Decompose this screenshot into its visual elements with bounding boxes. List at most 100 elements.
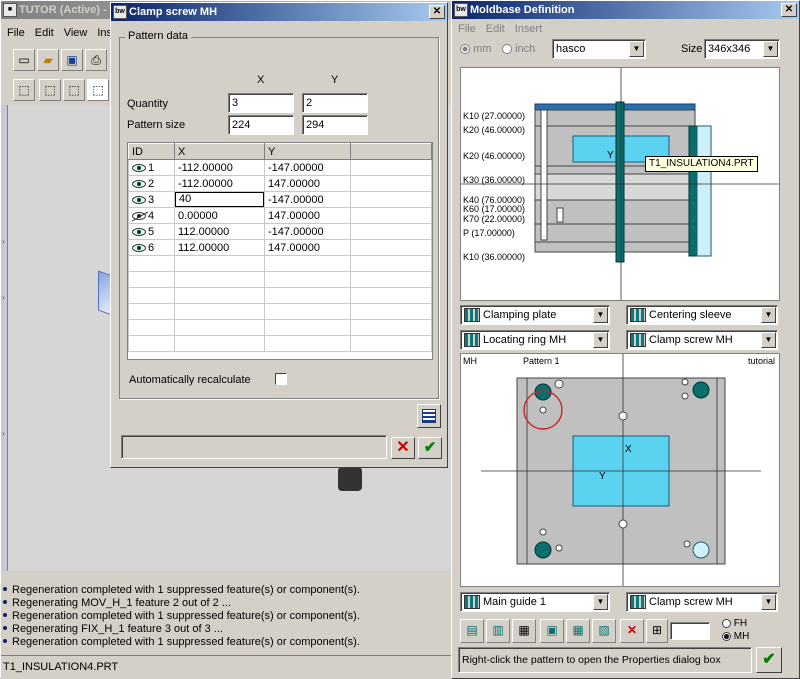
clamping-plate-select[interactable]: Clamping plate ▼ — [460, 305, 610, 325]
sleeve-component-icon — [630, 308, 646, 322]
table-row-empty — [128, 319, 432, 336]
section-update-icon[interactable]: ▧ — [592, 619, 616, 643]
mb-menu-edit[interactable]: Edit — [486, 23, 505, 35]
cell-y[interactable]: -147.00000 — [264, 223, 351, 240]
moldbase-ok-button[interactable]: ✔ — [756, 647, 782, 673]
chevron-down-icon[interactable]: ▼ — [593, 594, 608, 610]
save-assembly-icon[interactable]: ▥ — [486, 619, 510, 643]
cell-edit-input[interactable]: 40 — [175, 192, 264, 207]
pattern-table-grid: ID X Y 1 -112.00000 -147.00000 2 -112.00… — [128, 143, 432, 352]
section-label: K60 (17.00000) — [463, 204, 526, 214]
wireframe-cube-icon[interactable]: ⬚ — [87, 79, 109, 101]
close-icon[interactable]: ✕ — [429, 5, 445, 19]
radio-mh[interactable]: MH — [722, 631, 749, 642]
cell-x[interactable]: 0.00000 — [174, 207, 265, 224]
table-row[interactable]: 1 -112.00000 -147.00000 — [128, 159, 432, 176]
main-guide-select[interactable]: Main guide 1 ▼ — [460, 592, 610, 612]
open-folder-icon[interactable]: ▰ — [37, 49, 59, 71]
save-disk-icon[interactable]: ▣ — [61, 49, 83, 71]
clamp-titlebar: bw Clamp screw MH ✕ — [111, 3, 447, 21]
chevron-down-icon[interactable]: ▼ — [629, 41, 644, 57]
visible-eye-icon[interactable] — [132, 227, 146, 236]
pattern-size-x-input[interactable]: 224 — [228, 115, 294, 135]
cell-y[interactable]: 147.00000 — [264, 239, 351, 256]
catalog-select[interactable]: hasco ▼ — [552, 39, 646, 59]
print-icon[interactable]: ⎙ — [85, 49, 107, 71]
y-column-header: Y — [331, 74, 339, 86]
locating-ring-select[interactable]: Locating ring MH ▼ — [460, 330, 610, 350]
plate-stack-icon[interactable]: ▣ — [540, 619, 564, 643]
table-options-button[interactable] — [417, 404, 441, 428]
col-header-y[interactable]: Y — [264, 143, 351, 160]
hidden-line-cube-icon[interactable]: ⬚ — [39, 79, 61, 101]
load-assembly-icon[interactable]: ▤ — [460, 619, 484, 643]
table-row[interactable]: 5 112.00000 -147.00000 — [128, 223, 432, 240]
cell-x[interactable]: 112.00000 — [174, 223, 265, 240]
ok-button[interactable]: ✔ — [418, 437, 442, 459]
cell-y[interactable]: 147.00000 — [264, 207, 351, 224]
hidden-eye-icon[interactable] — [132, 211, 146, 220]
collapse-arrow-icon[interactable]: › — [2, 237, 5, 246]
mb-menu-insert[interactable]: Insert — [515, 23, 543, 35]
centering-sleeve-select[interactable]: Centering sleeve ▼ — [626, 305, 778, 325]
visible-eye-icon[interactable] — [132, 179, 146, 188]
shaded-cube-icon[interactable]: ⬚ — [13, 79, 35, 101]
tutor-menu-edit[interactable]: Edit — [35, 27, 54, 39]
table-row[interactable]: 4 0.00000 147.00000 — [128, 207, 432, 224]
cell-x-editing[interactable]: 40 — [174, 191, 265, 208]
cell-y[interactable]: 147.00000 — [264, 175, 351, 192]
unit-mm-radio[interactable]: mm — [460, 43, 491, 55]
delete-component-icon[interactable]: ✕ — [620, 619, 644, 643]
cell-x[interactable]: -112.00000 — [174, 159, 265, 176]
log-line: Regeneration completed with 1 suppressed… — [1, 610, 453, 623]
radio-fh[interactable]: FH — [722, 618, 747, 629]
grid-view-icon[interactable]: ▦ — [566, 619, 590, 643]
chevron-down-icon[interactable]: ▼ — [763, 41, 778, 57]
visible-eye-icon[interactable] — [132, 163, 146, 172]
quantity-spinner[interactable] — [670, 622, 710, 640]
chevron-down-icon[interactable]: ▼ — [761, 307, 776, 323]
tutor-menu-view[interactable]: View — [64, 27, 88, 39]
clamp-screw-select-2[interactable]: Clamp screw MH ▼ — [626, 592, 778, 612]
tutor-menu-file[interactable]: File — [7, 27, 25, 39]
radio-selected-icon — [722, 631, 731, 641]
pattern-size-y-input[interactable]: 294 — [302, 115, 368, 135]
col-header-id[interactable]: ID — [128, 143, 175, 160]
section-label: K70 (22.00000) — [463, 214, 526, 224]
component-table-icon[interactable]: ▦ — [512, 619, 536, 643]
chevron-down-icon[interactable]: ▼ — [593, 332, 608, 348]
plan-view[interactable]: MH Pattern 1 tutorial X Y — [460, 353, 780, 587]
cell-y[interactable]: -147.00000 — [264, 191, 351, 208]
no-hidden-cube-icon[interactable]: ⬚ — [63, 79, 85, 101]
collapse-arrow-icon[interactable]: › — [2, 293, 5, 302]
visible-eye-icon[interactable] — [132, 195, 146, 204]
new-file-icon[interactable]: ▭ — [13, 49, 35, 71]
chevron-down-icon[interactable]: ▼ — [761, 594, 776, 610]
pattern-table[interactable]: ID X Y 1 -112.00000 -147.00000 2 -112.00… — [127, 142, 433, 360]
unit-inch-radio[interactable]: inch — [502, 43, 535, 55]
col-header-x[interactable]: X — [174, 143, 265, 160]
auto-recalc-checkbox[interactable] — [275, 373, 287, 385]
collapse-arrow-icon[interactable]: › — [2, 429, 5, 438]
chevron-down-icon[interactable]: ▼ — [761, 332, 776, 348]
status-filename: T1_INSULATION4.PRT — [3, 661, 119, 673]
cancel-button[interactable]: ✕ — [391, 437, 415, 459]
clamp-screw-select[interactable]: Clamp screw MH ▼ — [626, 330, 778, 350]
close-icon[interactable]: ✕ — [781, 3, 797, 17]
size-select[interactable]: 346x346 ▼ — [704, 39, 780, 59]
cell-y[interactable]: -147.00000 — [264, 159, 351, 176]
cell-x[interactable]: -112.00000 — [174, 175, 265, 192]
table-row-empty — [128, 271, 432, 288]
chevron-down-icon[interactable]: ▼ — [593, 307, 608, 323]
log-line: Regenerating FIX_H_1 feature 3 out of 3 … — [1, 623, 453, 636]
section-view[interactable]: K10 (27.00000) K20 (46.00000) K20 (46.00… — [460, 67, 780, 301]
mb-menu-file[interactable]: File — [458, 23, 476, 35]
table-row[interactable]: 2 -112.00000 147.00000 — [128, 175, 432, 192]
insert-component-icon[interactable]: ⊞ — [646, 619, 668, 643]
cell-x[interactable]: 112.00000 — [174, 239, 265, 256]
quantity-y-input[interactable]: 2 — [302, 93, 368, 113]
table-row[interactable]: 6 112.00000 147.00000 — [128, 239, 432, 256]
visible-eye-icon[interactable] — [132, 243, 146, 252]
table-row[interactable]: 3 40 -147.00000 — [128, 191, 432, 208]
quantity-x-input[interactable]: 3 — [228, 93, 294, 113]
